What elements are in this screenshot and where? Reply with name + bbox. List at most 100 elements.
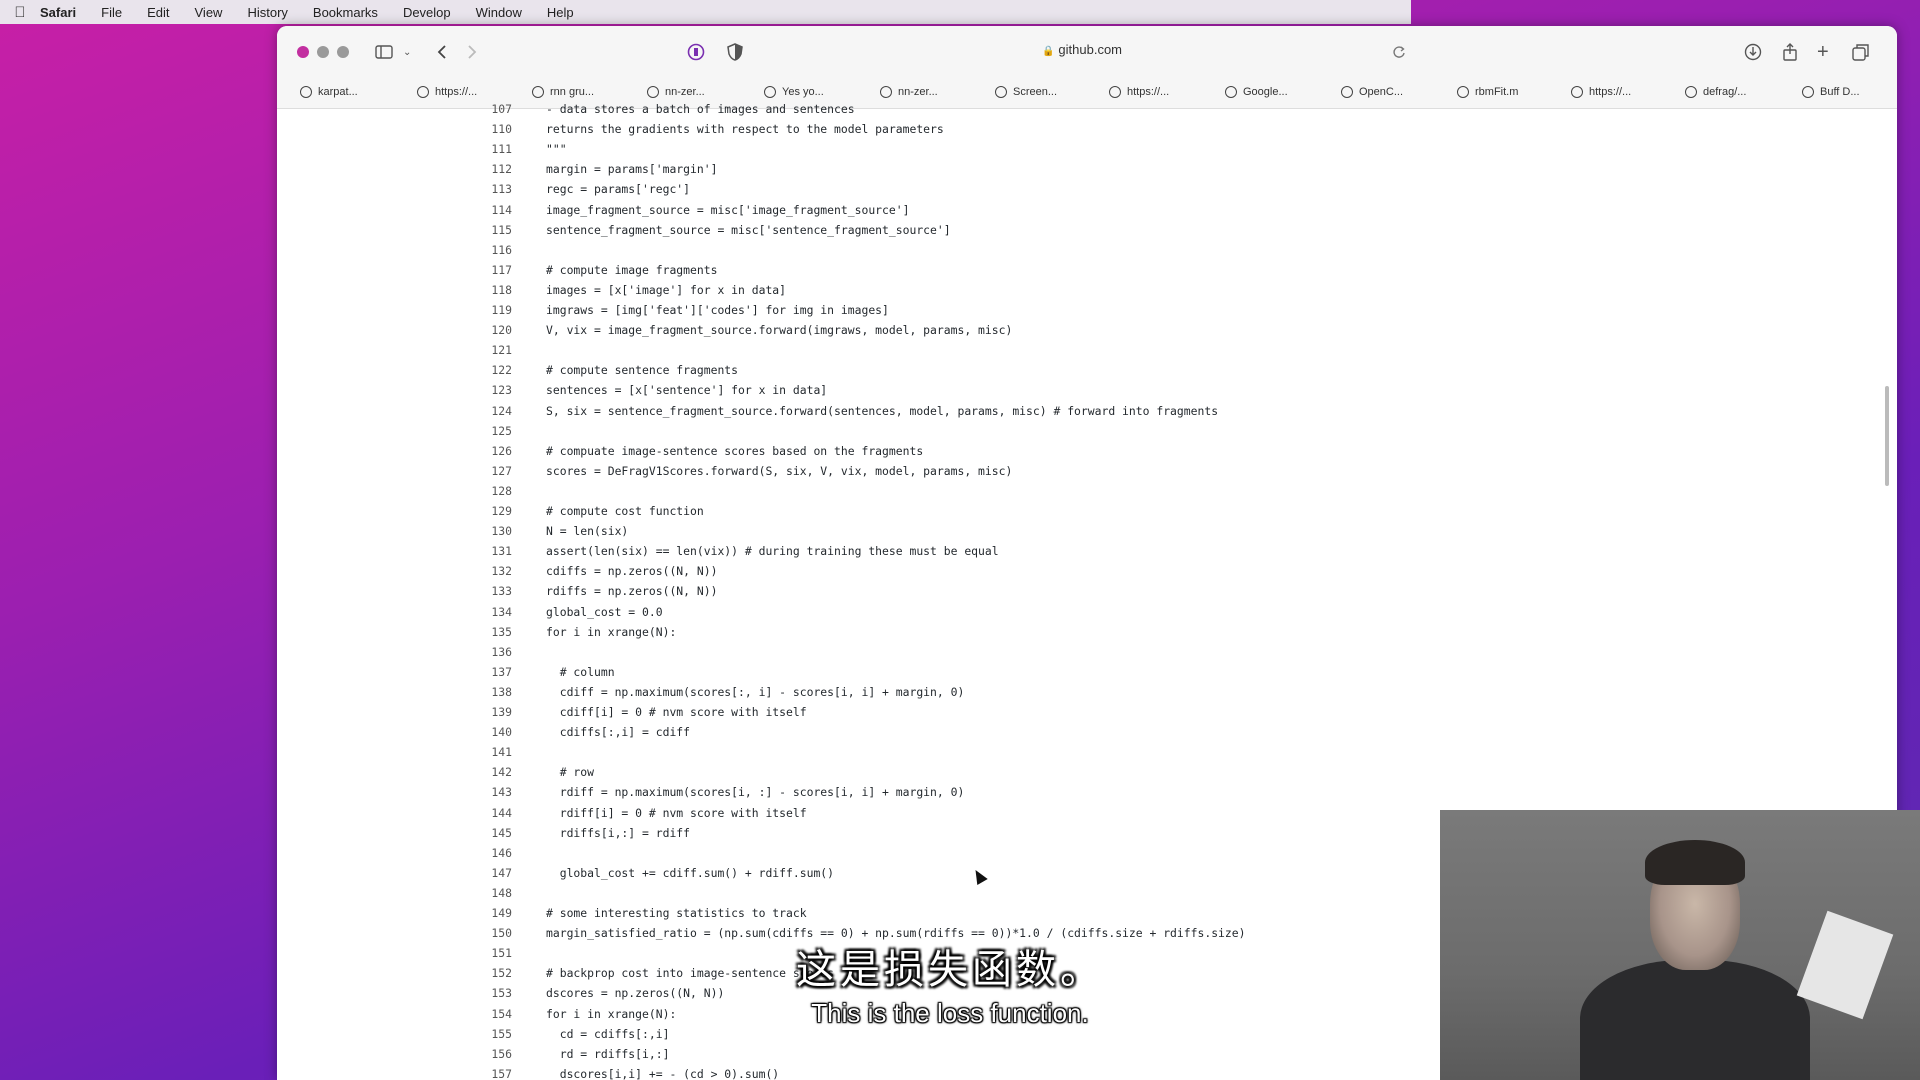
code-line: 134 global_cost = 0.0 [277, 602, 1897, 622]
line-number: 120 [491, 323, 512, 338]
bookmark-item[interactable]: https://... [1571, 86, 1631, 98]
bookmark-item[interactable]: Screen... [995, 86, 1057, 98]
downloads-icon[interactable] [1744, 40, 1762, 64]
scrollbar[interactable] [1885, 386, 1889, 486]
line-number: 123 [491, 383, 512, 398]
code-line: 112 margin = params['margin'] [277, 159, 1897, 179]
code-text: rdiff[i] = 0 # nvm score with itself [546, 805, 807, 820]
code-line: 126 # compuate image-sentence scores base… [277, 441, 1897, 461]
line-number: 122 [491, 363, 512, 378]
code-text: rdiffs = np.zeros((N, N)) [546, 584, 718, 599]
menu-bookmarks[interactable]: Bookmarks [313, 5, 378, 20]
site-icon [1109, 86, 1121, 98]
code-text: S, six = sentence_fragment_source.forwar… [546, 403, 1219, 418]
bookmark-item[interactable]: defrag/... [1685, 86, 1746, 98]
code-line: 115 sentence_fragment_source = misc['sent… [277, 220, 1897, 240]
zoom-window-button[interactable] [337, 46, 349, 58]
bookmark-item[interactable]: OpenC... [1341, 86, 1403, 98]
link-icon [417, 86, 429, 98]
github-icon [880, 86, 892, 98]
site-icon [764, 86, 776, 98]
bookmark-label: Buff D... [1820, 86, 1860, 98]
privacy-shield-icon[interactable] [727, 40, 743, 64]
line-number: 133 [491, 584, 512, 599]
bookmark-label: nn-zer... [665, 86, 705, 98]
code-text: global_cost = 0.0 [546, 604, 663, 619]
close-window-button[interactable] [297, 46, 309, 58]
bookmark-item[interactable]: nn-zer... [647, 86, 705, 98]
bookmark-item[interactable]: Yes yo... [764, 86, 824, 98]
line-number: 116 [491, 242, 512, 257]
code-text: N = len(six) [546, 524, 629, 539]
menu-file[interactable]: File [101, 5, 122, 20]
new-tab-icon[interactable]: + [1817, 40, 1829, 64]
menu-edit[interactable]: Edit [147, 5, 169, 20]
address-bar[interactable]: 🔒 github.com [932, 42, 1232, 57]
back-button[interactable] [437, 40, 447, 64]
code-text: cdiff = np.maximum(scores[:, i] - scores… [546, 684, 965, 699]
forward-button[interactable] [467, 40, 477, 64]
menu-develop[interactable]: Develop [403, 5, 451, 20]
password-manager-icon[interactable] [687, 40, 705, 64]
reload-icon[interactable] [1392, 40, 1406, 64]
line-number: 157 [491, 1066, 512, 1080]
bookmark-label: Google... [1243, 86, 1288, 98]
menu-history[interactable]: History [247, 5, 287, 20]
github-icon [1685, 86, 1697, 98]
code-text: # compute cost function [546, 504, 704, 518]
site-icon [1571, 86, 1583, 98]
line-number: 130 [491, 524, 512, 539]
subtitle-chinese: 这是损失函数。 [796, 948, 1104, 992]
line-number: 117 [491, 262, 512, 277]
line-number: 140 [491, 725, 512, 740]
line-number: 107 [491, 102, 512, 116]
bookmark-item[interactable]: rnn gru... [532, 86, 594, 98]
code-text: cdiffs[:,i] = cdiff [546, 725, 691, 740]
line-number: 119 [491, 303, 512, 317]
code-line: 130 N = len(six) [277, 521, 1897, 541]
bookmark-label: rbmFit.m [1475, 86, 1519, 98]
bookmark-item[interactable]: Google... [1225, 86, 1288, 98]
code-text: # compute image fragments [546, 262, 718, 277]
code-text: # column [546, 664, 615, 679]
code-text: imgraws = [img['feat']['codes'] for img … [546, 303, 889, 317]
code-text: rd = rdiffs[i,:] [546, 1046, 670, 1061]
bookmark-label: rnn gru... [550, 86, 595, 98]
chevron-down-icon[interactable]: ⌄ [403, 40, 411, 64]
code-line: 110 returns the gradients with respect to… [277, 119, 1897, 139]
share-icon[interactable] [1782, 40, 1798, 64]
menu-safari[interactable]: Safari [40, 5, 76, 20]
code-text: assert(len(six) == len(vix)) # during tr… [546, 544, 999, 559]
bookmark-item[interactable]: rbmFit.m [1457, 86, 1518, 98]
code-line: 128 [277, 481, 1897, 501]
line-number: 147 [491, 865, 512, 880]
minimize-window-button[interactable] [317, 46, 329, 58]
macos-menubar:  Safari File Edit View History Bookmark… [0, 0, 1411, 24]
tab-overview-icon[interactable] [1852, 40, 1870, 64]
apple-icon[interactable]:  [0, 4, 40, 21]
code-line: 114 image_fragment_source = misc['image_f… [277, 200, 1897, 220]
sidebar-icon[interactable] [375, 40, 393, 64]
bookmark-item[interactable]: karpat... [300, 86, 358, 98]
line-number: 156 [491, 1046, 512, 1061]
line-number: 144 [491, 805, 512, 820]
menu-help[interactable]: Help [547, 5, 574, 20]
code-text: global_cost += cdiff.sum() + rdiff.sum() [546, 865, 835, 880]
bookmark-item[interactable]: https://... [1109, 86, 1169, 98]
bookmark-item[interactable]: https://... [417, 86, 477, 98]
menu-window[interactable]: Window [476, 5, 522, 20]
bookmark-item[interactable]: nn-zer... [880, 86, 938, 98]
code-line: 111 """ [277, 139, 1897, 159]
bookmark-item[interactable]: Buff D... [1802, 86, 1860, 98]
code-line: 142 # row [277, 762, 1897, 782]
code-line: 119 imgraws = [img['feat']['codes'] for i… [277, 300, 1897, 320]
code-text: scores = DeFragV1Scores.forward(S, six, … [546, 463, 1013, 478]
bookmark-label: Screen... [1013, 86, 1058, 98]
line-number: 112 [491, 162, 512, 177]
code-text: returns the gradients with respect to th… [546, 122, 944, 137]
menu-view[interactable]: View [195, 5, 223, 20]
browser-toolbar: ⌄ 🔒 github.com + [277, 26, 1897, 78]
bookmark-label: nn-zer... [898, 86, 938, 98]
line-number: 118 [491, 282, 512, 297]
code-line: 107 - data stores a batch of images and s… [277, 99, 1897, 119]
